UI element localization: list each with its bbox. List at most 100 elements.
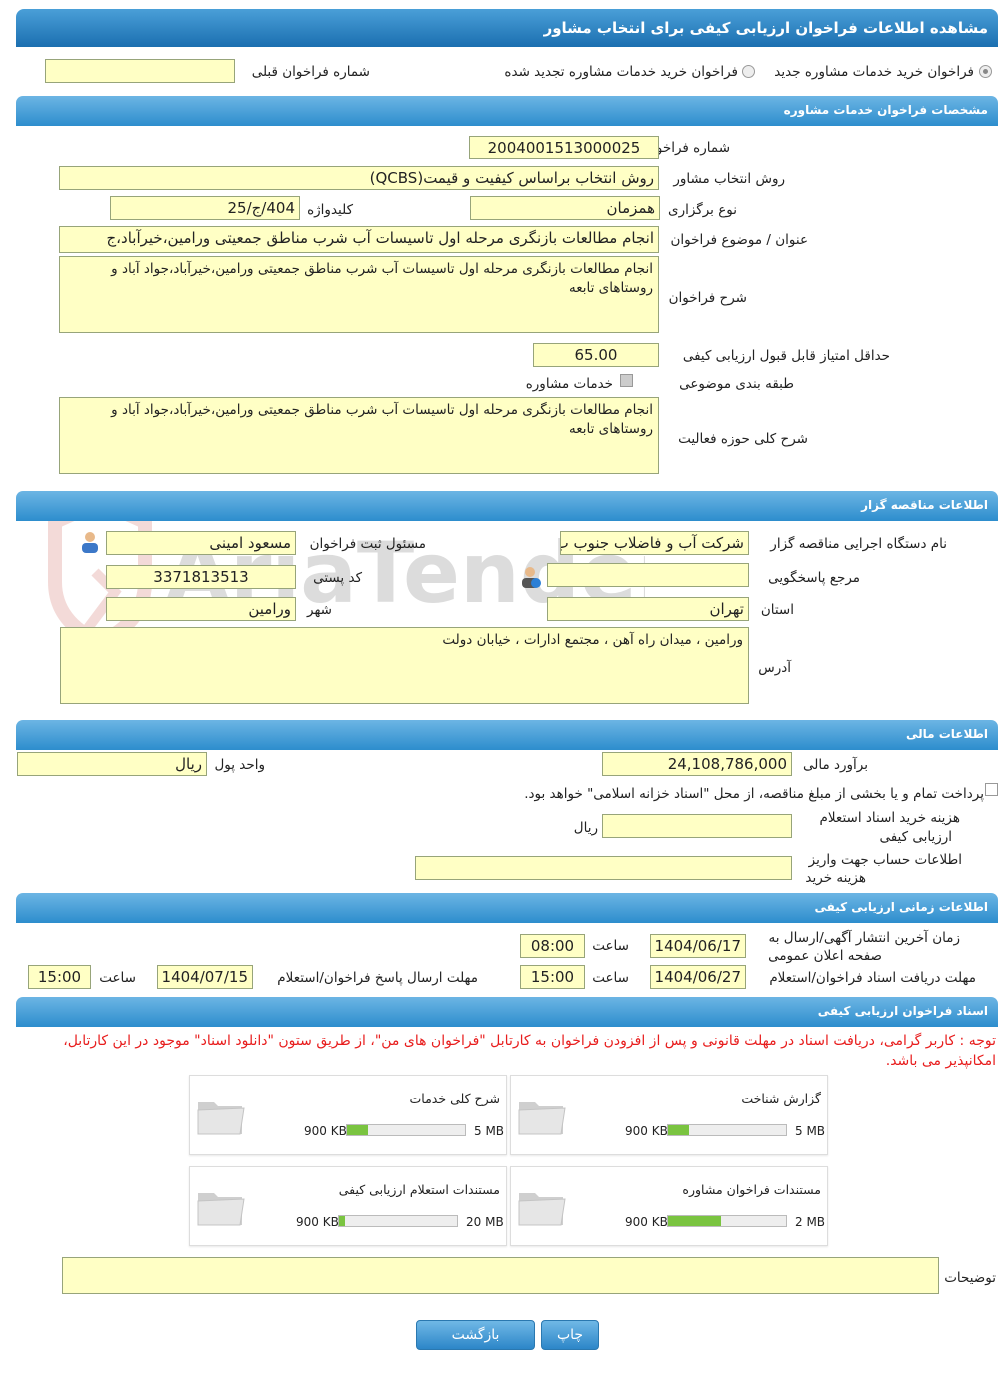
prev-number-field[interactable]: [45, 59, 235, 83]
doc-progress-fill: [668, 1216, 722, 1226]
send-time-field[interactable]: 15:00: [28, 965, 91, 989]
folder-icon: [197, 1193, 245, 1226]
subject-field[interactable]: انجام مطالعات بازنگری مرحله اول تاسیسات …: [59, 226, 659, 253]
publish-label-1: زمان آخرین انتشار آگهی/ارسال به: [768, 930, 960, 946]
back-button[interactable]: بازگشت: [416, 1320, 535, 1350]
postal-label: کد پستی: [313, 570, 362, 586]
doc-card[interactable]: گزارش شناخت 900 KB 5 MB: [510, 1075, 828, 1155]
account-label-2: هزینه خرید: [805, 870, 866, 886]
doc-card[interactable]: شرح کلی خدمات 900 KB 5 MB: [189, 1075, 507, 1155]
scope-label: شرح کلی حوزه فعالیت: [678, 431, 808, 447]
treasury-text: پرداخت تمام و یا بخشی از مبلغ مناقصه، از…: [524, 786, 984, 802]
section-documents: اسناد فراخوان ارزیابی کیفی: [16, 997, 998, 1027]
page-title: مشاهده اطلاعات فراخوان ارزیابی کیفی برای…: [543, 19, 988, 37]
province-label: استان: [760, 602, 794, 618]
publish-time-label: ساعت: [592, 938, 629, 954]
category-value: خدمات مشاوره: [525, 376, 613, 392]
responsible-label: مسئول ثبت فراخوان: [309, 536, 426, 552]
category-checkbox: [620, 374, 633, 387]
fee-field[interactable]: [602, 814, 792, 838]
reference-field[interactable]: [547, 563, 749, 587]
type-field[interactable]: همزمان: [470, 196, 660, 220]
doc-progress-fill: [347, 1125, 369, 1135]
send-date-field[interactable]: 1404/07/15: [157, 965, 253, 989]
doc-max-size: 5 MB: [795, 1124, 826, 1138]
org-label: نام دستگاه اجرایی مناقصه گزار: [770, 536, 947, 552]
call-number-field[interactable]: 2004001513000025: [469, 136, 659, 159]
doc-progress: [667, 1124, 787, 1136]
section-title: اطلاعات زمانی ارزیابی کیفی: [814, 900, 988, 914]
account-field[interactable]: [415, 856, 792, 880]
notes-label: توضیحات: [944, 1270, 996, 1286]
treasury-checkbox[interactable]: [985, 783, 998, 796]
city-label: شهر: [307, 602, 332, 618]
radio-renewed[interactable]: [742, 65, 755, 78]
account-label-1: اطلاعات حساب جهت واریز: [808, 852, 962, 868]
send-time-label: ساعت: [99, 970, 136, 986]
prev-number-label: شماره فراخوان قبلی: [251, 64, 370, 80]
method-label: روش انتخاب مشاور: [673, 171, 785, 187]
receive-date-field[interactable]: 1404/06/27: [650, 965, 746, 989]
folder-icon: [197, 1102, 245, 1135]
org-field[interactable]: شرکت آب و فاضلاب جنوب ب: [560, 531, 749, 555]
description-field[interactable]: انجام مطالعات بازنگری مرحله اول تاسیسات …: [59, 256, 659, 333]
currency-field[interactable]: ریال: [17, 752, 207, 776]
user-icon[interactable]: [79, 531, 101, 553]
section-financial: اطلاعات مالی: [16, 720, 998, 750]
section-consulting-info: مشخصات فراخوان خدمات مشاوره: [16, 96, 998, 126]
notes-field[interactable]: [62, 1257, 939, 1294]
publish-date-field[interactable]: 1404/06/17: [650, 934, 746, 958]
doc-size: 900 KB: [304, 1124, 347, 1138]
print-button[interactable]: چاپ: [541, 1320, 599, 1350]
keyword-field[interactable]: 404/ج/25: [110, 196, 300, 220]
city-field[interactable]: ورامین: [106, 597, 296, 621]
doc-max-size: 2 MB: [795, 1215, 826, 1229]
receive-time-field[interactable]: 15:00: [520, 965, 585, 989]
section-timing: اطلاعات زمانی ارزیابی کیفی: [16, 893, 998, 923]
doc-size: 900 KB: [296, 1215, 339, 1229]
section-title: اطلاعات مناقصه گزار: [861, 498, 988, 512]
doc-progress-fill: [339, 1216, 345, 1226]
doc-title: مستندات فراخوان مشاوره: [682, 1182, 821, 1197]
currency-label: واحد پول: [214, 757, 265, 773]
scope-field[interactable]: انجام مطالعات بازنگری مرحله اول تاسیسات …: [59, 397, 659, 474]
category-label: طبقه بندی موضوعی: [679, 376, 794, 392]
province-field[interactable]: تهران: [547, 597, 749, 621]
reference-label: مرجع پاسخگویی: [768, 570, 860, 586]
radio-new[interactable]: [979, 65, 992, 78]
doc-max-size: 20 MB: [466, 1215, 504, 1229]
user-info-icon[interactable]: [519, 566, 541, 588]
responsible-field[interactable]: مسعود امینی: [106, 531, 296, 555]
fee-label-2: ارزیابی کیفی: [879, 829, 952, 845]
doc-size: 900 KB: [625, 1215, 668, 1229]
min-score-field[interactable]: 65.00: [533, 343, 659, 367]
section-title: اطلاعات مالی: [905, 727, 988, 741]
folder-icon: [518, 1193, 566, 1226]
radio-renewed-label: فراخوان خرید خدمات مشاوره تجدید شده: [504, 64, 738, 80]
doc-progress: [338, 1215, 458, 1227]
min-score-label: حداقل امتیاز قابل قبول ارزیابی کیفی: [682, 348, 890, 364]
section-tenderer-info: اطلاعات مناقصه گزار: [16, 491, 998, 521]
notice-text: توجه : کاربر گرامی، دریافت اسناد در مهلت…: [63, 1033, 996, 1069]
doc-max-size: 5 MB: [474, 1124, 505, 1138]
doc-card[interactable]: مستندات استعلام ارزیابی کیفی 900 KB 20 M…: [189, 1166, 507, 1246]
doc-progress: [667, 1215, 787, 1227]
publish-time-field[interactable]: 08:00: [520, 934, 585, 958]
method-field[interactable]: روش انتخاب براساس کیفیت و قیمت(QCBS): [59, 166, 659, 190]
budget-field[interactable]: 24,108,786,000: [602, 752, 792, 776]
receive-time-label: ساعت: [592, 970, 629, 986]
address-label: آدرس: [758, 660, 791, 676]
doc-title: مستندات استعلام ارزیابی کیفی: [338, 1182, 500, 1197]
publish-label-2: صفحه اعلان عمومی: [768, 948, 882, 964]
doc-title: شرح کلی خدمات: [409, 1091, 500, 1106]
doc-size: 900 KB: [625, 1124, 668, 1138]
receive-label: مهلت دریافت اسناد فراخوان/استعلام: [769, 970, 976, 986]
keyword-label: کلیدواژه: [307, 202, 353, 218]
doc-progress-fill: [668, 1125, 690, 1135]
page-header: مشاهده اطلاعات فراخوان ارزیابی کیفی برای…: [16, 9, 998, 47]
doc-card[interactable]: مستندات فراخوان مشاوره 900 KB 2 MB: [510, 1166, 828, 1246]
section-title: مشخصات فراخوان خدمات مشاوره: [783, 103, 988, 117]
radio-new-label: فراخوان خرید خدمات مشاوره جدید: [774, 64, 974, 80]
postal-field[interactable]: 3371813513: [106, 565, 296, 589]
address-field[interactable]: ورامین ، میدان راه آهن ، مجتمع ادارات ، …: [60, 627, 749, 704]
